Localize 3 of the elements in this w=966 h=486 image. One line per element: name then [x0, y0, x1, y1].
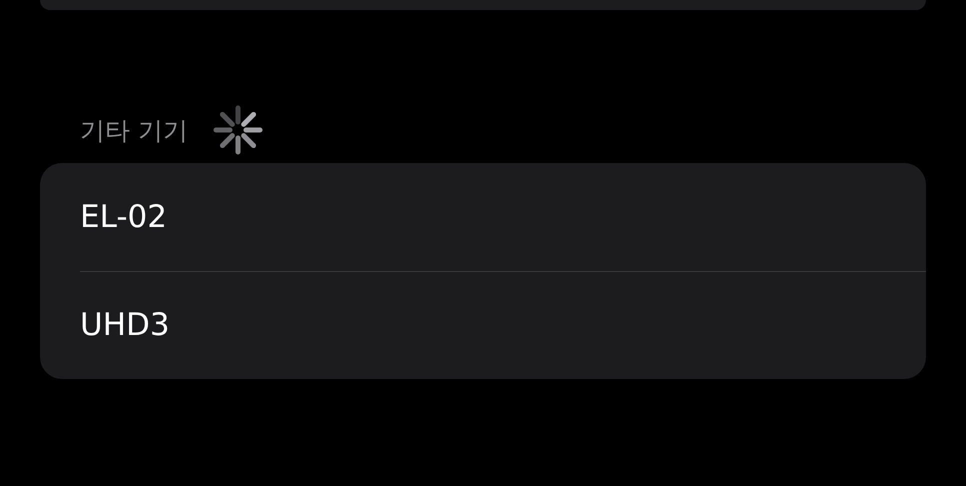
device-name[interactable]: UHD3 — [80, 307, 170, 343]
device-name[interactable]: EL-02 — [80, 199, 167, 235]
section-header: 기타 기기 — [80, 114, 188, 146]
